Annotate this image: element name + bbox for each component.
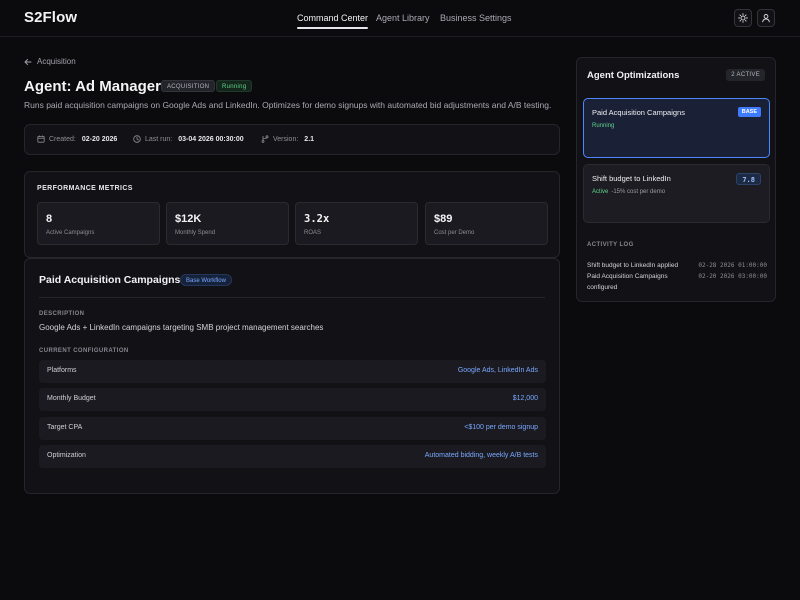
config-key: Optimization — [47, 452, 86, 459]
status-badge: Running — [216, 80, 253, 92]
optimization-card-linkedin[interactable]: Shift budget to LinkedIn 7.8 Active -15% … — [583, 164, 770, 223]
metric-label: Active Campaigns — [46, 230, 95, 236]
metric-value: 3.2x — [304, 213, 330, 225]
breadcrumb-label[interactable]: Acquisition — [37, 57, 76, 66]
agent-description: Runs paid acquisition campaigns on Googl… — [24, 100, 552, 110]
arrow-left-icon — [24, 58, 32, 65]
activity-log-heading: ACTIVITY LOG — [587, 242, 634, 248]
config-key: Platforms — [47, 367, 77, 374]
metric-label: ROAS — [304, 230, 322, 236]
app-logo[interactable]: S2Flow — [24, 9, 77, 26]
profile-button[interactable] — [757, 9, 775, 27]
version-value: 2.1 — [304, 135, 315, 143]
meta-created: Created: 02-20 2026 — [37, 135, 117, 143]
score-badge: 7.8 — [736, 173, 761, 185]
created-value: 02-20 2026 — [81, 135, 118, 143]
config-row-monthly-budget: Monthly Budget $12,000 — [39, 388, 546, 411]
theme-toggle-button[interactable] — [734, 9, 752, 27]
optimizations-title: Agent Optimizations — [587, 70, 680, 81]
agent-optimizations-panel: Agent Optimizations 2 ACTIVE Paid Acquis… — [576, 57, 776, 302]
performance-metrics-title: PERFORMANCE METRICS — [37, 185, 133, 192]
nav-agent-library[interactable]: Agent Library — [376, 0, 430, 37]
config-value: <$100 per demo signup — [464, 424, 538, 431]
log-time: 02-28 2026 01:00:00 — [698, 262, 767, 269]
optimization-detail: -15% cost per demo — [611, 189, 666, 195]
user-icon — [762, 14, 770, 23]
nav-command-center[interactable]: Command Center — [297, 0, 369, 37]
metric-card-monthly-spend: $12K Monthly Spend — [166, 202, 289, 245]
optimization-card-base[interactable]: Paid Acquisition Campaigns BASE Running — [583, 98, 770, 158]
optimization-status: Running — [592, 123, 614, 129]
optimization-status-text: Active — [592, 189, 609, 195]
page-title: Agent: Ad Manager — [24, 78, 161, 95]
calendar-icon — [37, 135, 45, 143]
config-row-platforms: Platforms Google Ads, LinkedIn Ads — [39, 360, 546, 383]
metric-card-active-campaigns: 8 Active Campaigns — [37, 202, 160, 245]
git-branch-icon — [261, 135, 269, 143]
metric-card-roas: 3.2x ROAS — [295, 202, 418, 245]
config-value: Google Ads, LinkedIn Ads — [457, 367, 538, 374]
agent-meta-bar: Created: 02-20 2026 Last run: 03-04 2026… — [24, 124, 560, 155]
divider — [39, 297, 545, 298]
log-text: Paid Acquisition Campaigns configured — [587, 273, 668, 291]
config-value: Automated bidding, weekly A/B tests — [424, 452, 538, 459]
sun-icon — [738, 13, 748, 23]
optimization-name: Shift budget to LinkedIn — [592, 174, 671, 183]
clock-icon — [133, 135, 141, 143]
version-label: Version: — [273, 135, 299, 143]
workflow-detail-panel: Paid Acquisition Campaigns Base Workflow… — [24, 258, 560, 494]
description-heading: DESCRIPTION — [39, 311, 85, 317]
nav-business-settings[interactable]: Business Settings — [440, 0, 512, 37]
base-workflow-badge: Base Workflow — [180, 274, 232, 286]
config-value: $12,000 — [512, 395, 538, 402]
metric-card-cost-per-demo: $89 Cost per Demo — [425, 202, 548, 245]
optimization-status-text: Running — [592, 123, 615, 129]
workflow-title: Paid Acquisition Campaigns — [39, 274, 181, 286]
metric-value: 8 — [46, 213, 53, 225]
log-text: Shift budget to LinkedIn applied — [587, 262, 679, 269]
metric-label: Monthly Spend — [175, 230, 216, 236]
category-badge: ACQUISITION — [161, 80, 216, 92]
optimization-status: Active -15% cost per demo — [592, 189, 665, 195]
active-count-badge: 2 ACTIVE — [726, 69, 765, 81]
last-run-value: 03-04 2026 00:30:00 — [178, 135, 244, 143]
log-time: 02-20 2026 03:00:00 — [698, 273, 767, 280]
metric-label: Cost per Demo — [434, 230, 475, 236]
created-label: Created: — [49, 135, 76, 143]
config-key: Target CPA — [47, 424, 83, 431]
metric-value: $12K — [175, 213, 202, 225]
configuration-heading: CURRENT CONFIGURATION — [39, 348, 129, 354]
config-row-target-cpa: Target CPA <$100 per demo signup — [39, 417, 546, 440]
last-run-label: Last run: — [145, 135, 173, 143]
breadcrumb[interactable]: Acquisition — [24, 57, 76, 66]
meta-last-run: Last run: 03-04 2026 00:30:00 — [133, 135, 244, 143]
workflow-description: Google Ads + LinkedIn campaigns targetin… — [39, 323, 324, 332]
metric-value: $89 — [434, 213, 453, 225]
top-nav-bar: S2Flow Command Center Agent Library Busi… — [0, 0, 800, 37]
config-row-optimization: Optimization Automated bidding, weekly A… — [39, 445, 546, 468]
base-badge: BASE — [737, 107, 761, 117]
performance-metrics-panel: PERFORMANCE METRICS 8 Active Campaigns $… — [24, 171, 560, 258]
config-key: Monthly Budget — [47, 395, 96, 402]
optimization-name: Paid Acquisition Campaigns — [592, 108, 685, 117]
meta-version: Version: 2.1 — [261, 135, 314, 143]
